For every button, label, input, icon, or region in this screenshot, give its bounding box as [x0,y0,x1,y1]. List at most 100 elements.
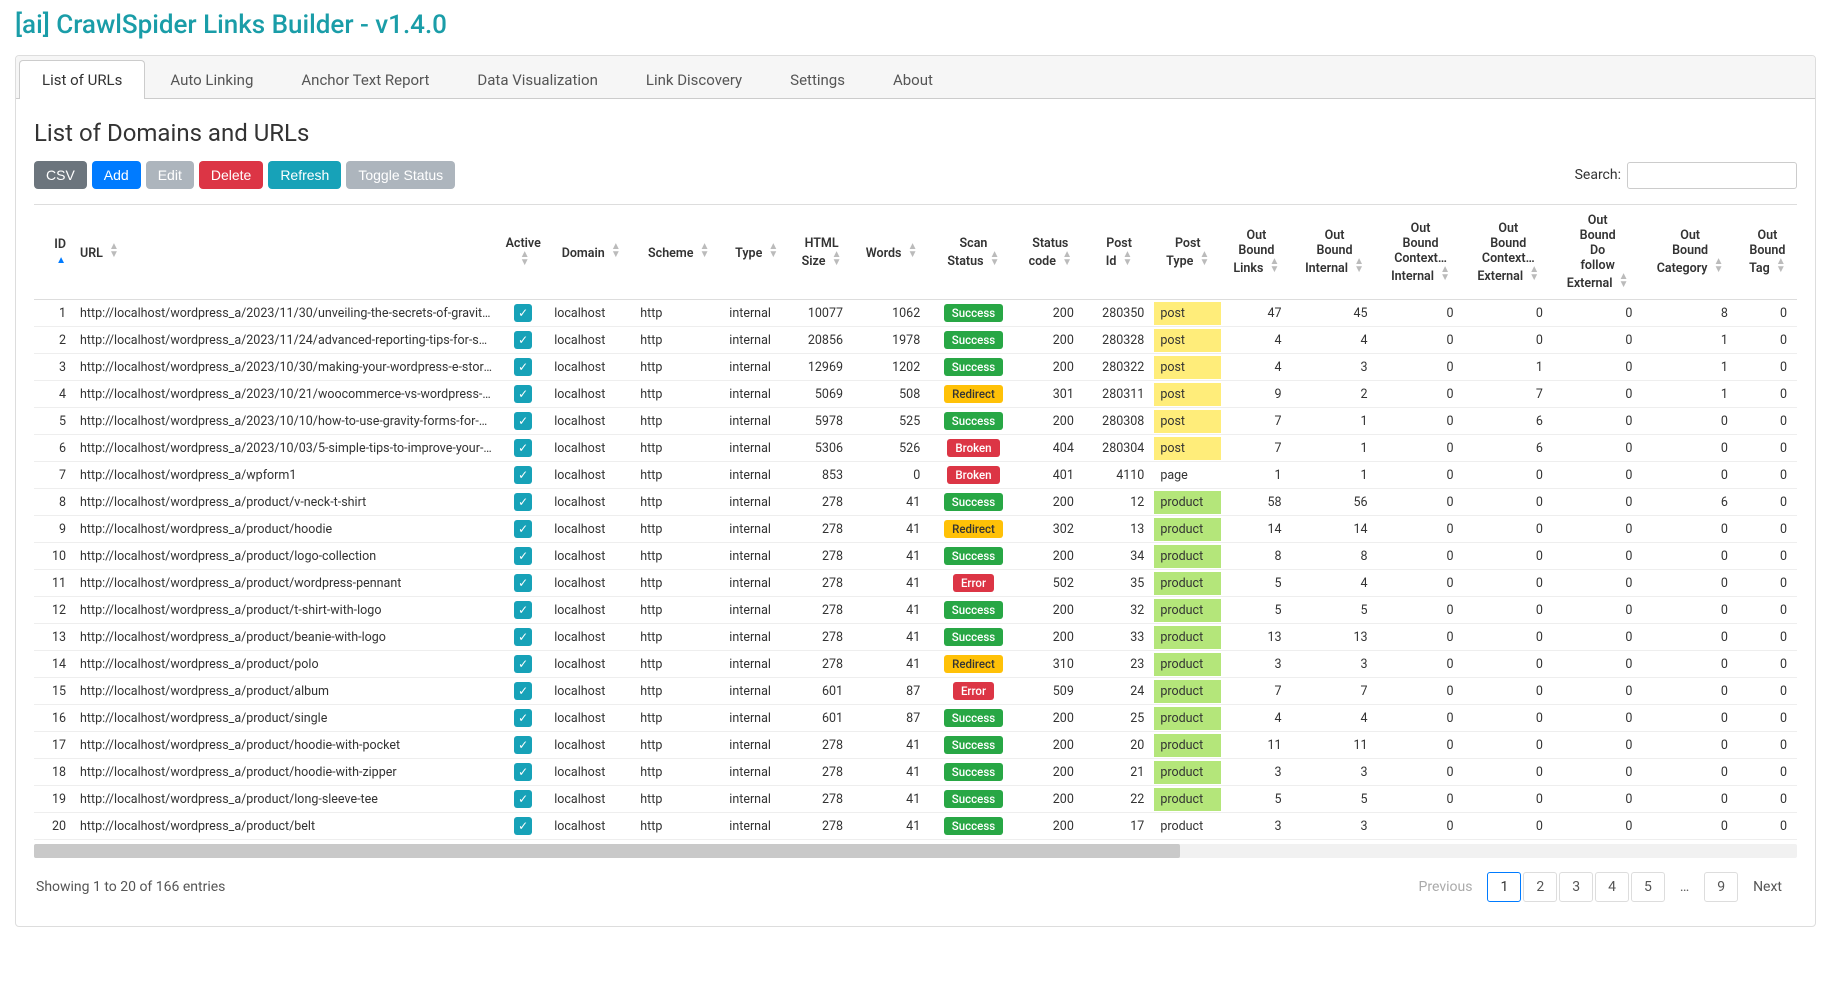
col-header[interactable]: OutBoundInternal ▲▼ [1292,205,1378,300]
delete-button[interactable]: Delete [199,161,263,189]
pager-page[interactable]: 4 [1595,872,1629,902]
table-row[interactable]: 16http://localhost/wordpress_a/product/s… [34,705,1797,732]
cell-active[interactable]: ✓ [498,354,548,381]
cell-active[interactable]: ✓ [498,597,548,624]
col-header[interactable]: OutBoundDofollowExternal ▲▼ [1553,205,1642,300]
cell-active[interactable]: ✓ [498,516,548,543]
checkbox-icon[interactable]: ✓ [514,709,532,727]
tab-link-discovery[interactable]: Link Discovery [623,60,765,99]
table-row[interactable]: 9http://localhost/wordpress_a/product/ho… [34,516,1797,543]
checkbox-icon[interactable]: ✓ [514,331,532,349]
edit-button[interactable]: Edit [146,161,194,189]
table-row[interactable]: 20http://localhost/wordpress_a/product/b… [34,813,1797,840]
col-header[interactable]: Domain ▲▼ [548,205,634,300]
cell-active[interactable]: ✓ [498,543,548,570]
checkbox-icon[interactable]: ✓ [514,412,532,430]
checkbox-icon[interactable]: ✓ [514,520,532,538]
col-header[interactable]: Statuscode ▲▼ [1017,205,1084,300]
checkbox-icon[interactable]: ✓ [514,439,532,457]
toggle-status-button[interactable]: Toggle Status [346,161,455,189]
table-row[interactable]: 2http://localhost/wordpress_a/2023/11/24… [34,327,1797,354]
col-header[interactable]: PostType ▲▼ [1154,205,1221,300]
col-header[interactable]: OutBoundTag ▲▼ [1738,205,1797,300]
table-row[interactable]: 8http://localhost/wordpress_a/product/v-… [34,489,1797,516]
scrollbar-thumb[interactable] [34,844,1180,858]
cell-active[interactable]: ✓ [498,732,548,759]
pager-previous[interactable]: Previous [1406,872,1486,902]
tab-about[interactable]: About [870,60,956,99]
table-row[interactable]: 6http://localhost/wordpress_a/2023/10/03… [34,435,1797,462]
col-header[interactable]: ID ▲ [34,205,74,300]
table-row[interactable]: 14http://localhost/wordpress_a/product/p… [34,651,1797,678]
pager-page[interactable]: 1 [1487,872,1521,902]
checkbox-icon[interactable]: ✓ [514,547,532,565]
search-input[interactable] [1627,162,1797,189]
cell-active[interactable]: ✓ [498,462,548,489]
checkbox-icon[interactable]: ✓ [514,493,532,511]
table-row[interactable]: 17http://localhost/wordpress_a/product/h… [34,732,1797,759]
pager-page[interactable]: 3 [1559,872,1593,902]
table-row[interactable]: 11http://localhost/wordpress_a/product/w… [34,570,1797,597]
tab-list-of-urls[interactable]: List of URLs [19,60,145,99]
cell-active[interactable]: ✓ [498,651,548,678]
checkbox-icon[interactable]: ✓ [514,655,532,673]
cell-active[interactable]: ✓ [498,381,548,408]
tab-anchor-text-report[interactable]: Anchor Text Report [278,60,452,99]
table-row[interactable]: 15http://localhost/wordpress_a/product/a… [34,678,1797,705]
pager-page[interactable]: 5 [1631,872,1665,902]
checkbox-icon[interactable]: ✓ [514,817,532,835]
cell-active[interactable]: ✓ [498,759,548,786]
checkbox-icon[interactable]: ✓ [514,304,532,322]
col-header[interactable]: OutBoundContext…External ▲▼ [1464,205,1553,300]
cell-active[interactable]: ✓ [498,678,548,705]
tab-auto-linking[interactable]: Auto Linking [147,60,276,99]
cell-active[interactable]: ✓ [498,489,548,516]
table-row[interactable]: 13http://localhost/wordpress_a/product/b… [34,624,1797,651]
col-header[interactable]: Words ▲▼ [853,205,930,300]
cell-active[interactable]: ✓ [498,813,548,840]
col-header[interactable]: HTMLSize ▲▼ [790,205,853,300]
pager-page[interactable]: 2 [1523,872,1557,902]
col-header[interactable]: Scheme ▲▼ [634,205,723,300]
col-header[interactable]: OutBoundLinks ▲▼ [1221,205,1291,300]
checkbox-icon[interactable]: ✓ [514,628,532,646]
table-row[interactable]: 3http://localhost/wordpress_a/2023/10/30… [34,354,1797,381]
col-header[interactable]: URL ▲▼ [74,205,498,300]
checkbox-icon[interactable]: ✓ [514,385,532,403]
table-row[interactable]: 5http://localhost/wordpress_a/2023/10/10… [34,408,1797,435]
pager-next[interactable]: Next [1740,872,1795,902]
table-row[interactable]: 10http://localhost/wordpress_a/product/l… [34,543,1797,570]
cell-active[interactable]: ✓ [498,435,548,462]
table-row[interactable]: 7http://localhost/wordpress_a/wpform1✓lo… [34,462,1797,489]
checkbox-icon[interactable]: ✓ [514,574,532,592]
cell-active[interactable]: ✓ [498,408,548,435]
checkbox-icon[interactable]: ✓ [514,601,532,619]
cell-active[interactable]: ✓ [498,705,548,732]
add-button[interactable]: Add [92,161,141,189]
table-row[interactable]: 1http://localhost/wordpress_a/2023/11/30… [34,300,1797,327]
col-header[interactable]: PostId ▲▼ [1084,205,1154,300]
checkbox-icon[interactable]: ✓ [514,358,532,376]
cell-active[interactable]: ✓ [498,786,548,813]
checkbox-icon[interactable]: ✓ [514,763,532,781]
col-header[interactable]: OutBoundContext…Internal ▲▼ [1378,205,1464,300]
checkbox-icon[interactable]: ✓ [514,790,532,808]
table-row[interactable]: 18http://localhost/wordpress_a/product/h… [34,759,1797,786]
col-header[interactable]: Active ▲▼ [498,205,548,300]
tab-data-visualization[interactable]: Data Visualization [454,60,620,99]
csv-button[interactable]: CSV [34,161,87,189]
checkbox-icon[interactable]: ✓ [514,466,532,484]
refresh-button[interactable]: Refresh [268,161,341,189]
tab-settings[interactable]: Settings [767,60,868,99]
col-header[interactable]: OutBoundCategory ▲▼ [1642,205,1738,300]
table-row[interactable]: 4http://localhost/wordpress_a/2023/10/21… [34,381,1797,408]
table-row[interactable]: 19http://localhost/wordpress_a/product/l… [34,786,1797,813]
cell-active[interactable]: ✓ [498,570,548,597]
cell-active[interactable]: ✓ [498,624,548,651]
col-header[interactable]: Type ▲▼ [723,205,790,300]
checkbox-icon[interactable]: ✓ [514,736,532,754]
checkbox-icon[interactable]: ✓ [514,682,532,700]
cell-active[interactable]: ✓ [498,327,548,354]
cell-active[interactable]: ✓ [498,300,548,327]
horizontal-scrollbar[interactable] [34,844,1797,858]
